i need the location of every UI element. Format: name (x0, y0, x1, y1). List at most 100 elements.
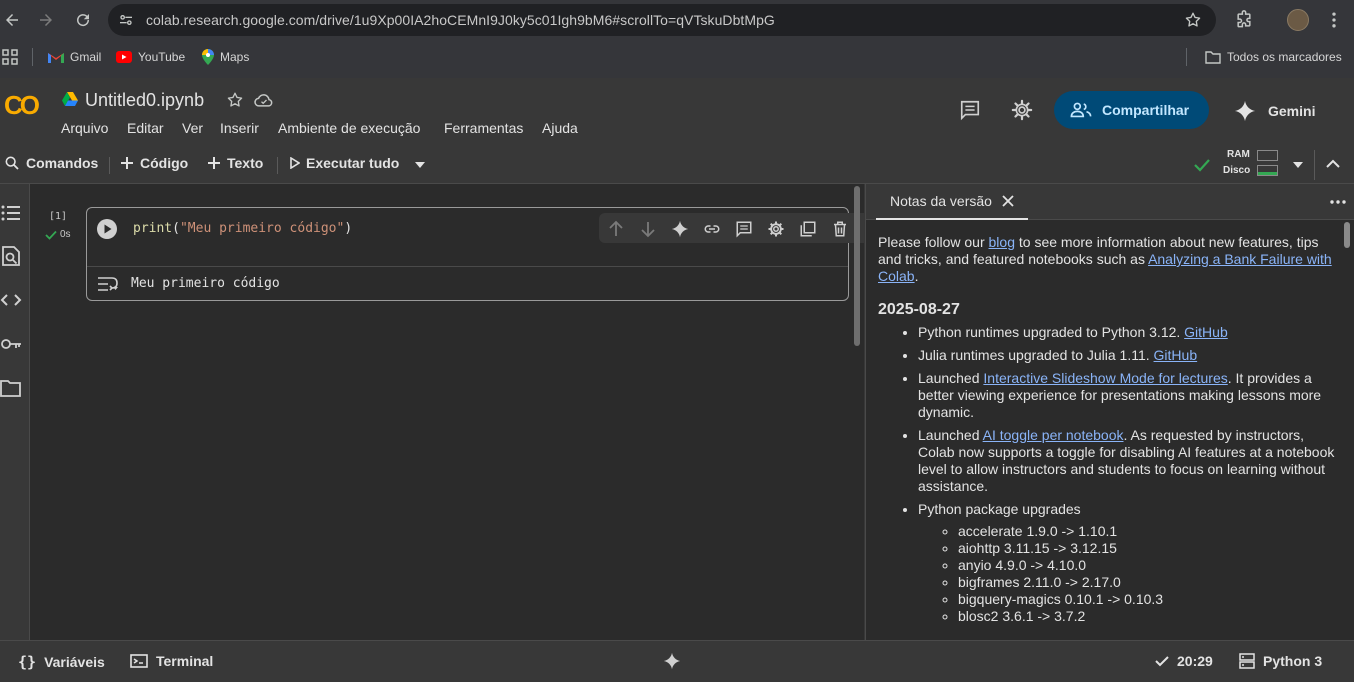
share-button-label: Compartilhar (1102, 102, 1190, 118)
code-paren-open: ( (172, 221, 180, 236)
release-date-heading: 2025-08-27 (878, 301, 960, 318)
disk-label: Disco (1223, 165, 1251, 176)
add-text-button[interactable]: Texto (207, 155, 263, 171)
folder-icon (1205, 50, 1221, 64)
files-folder-icon[interactable] (0, 377, 22, 399)
app-header: CO Untitled0.ipynb Arquivo Editar Ver In… (0, 78, 1354, 146)
maps-icon (202, 49, 214, 65)
cell-output: Meu primeiro código (131, 276, 280, 291)
mirror-cell-icon[interactable] (799, 220, 817, 238)
last-run-time: 20:29 (1177, 653, 1213, 669)
menu-editar[interactable]: Editar (127, 120, 164, 136)
bookmarks-divider-right (1186, 48, 1187, 66)
menu-inserir[interactable]: Inserir (220, 120, 259, 136)
table-of-contents-icon[interactable] (0, 202, 22, 224)
run-all-label: Executar tudo (306, 155, 400, 171)
gemini-button[interactable]: Gemini (1234, 100, 1315, 122)
code-editor[interactable]: print("Meu primeiro código") (133, 221, 352, 236)
item-text: Python runtimes upgraded to Python 3.12. (918, 324, 1185, 340)
terminal-button[interactable]: Terminal (130, 653, 213, 669)
run-all-button[interactable]: Executar tudo (290, 155, 399, 171)
runtime-button[interactable]: Python 3 (1239, 653, 1322, 669)
back-arrow-icon[interactable] (0, 8, 24, 32)
menu-ferramentas[interactable]: Ferramentas (444, 120, 523, 136)
panel-more-icon[interactable] (1329, 194, 1347, 210)
colab-logo[interactable]: CO (4, 90, 40, 121)
output-actions-icon[interactable] (97, 275, 119, 293)
run-cell-button[interactable] (97, 219, 117, 239)
last-run-status[interactable]: 20:29 (1155, 653, 1213, 669)
profile-avatar[interactable] (1287, 9, 1309, 31)
link-icon[interactable] (703, 220, 721, 238)
move-up-icon[interactable] (607, 220, 625, 238)
disk-meter[interactable] (1257, 165, 1278, 176)
cell-settings-icon[interactable] (767, 220, 785, 238)
add-code-button[interactable]: Código (120, 155, 188, 171)
code-snippets-icon[interactable] (0, 289, 22, 311)
side-panel-scrollbar[interactable] (1344, 222, 1350, 248)
commands-button[interactable]: Comandos (4, 155, 98, 171)
find-replace-icon[interactable] (0, 245, 22, 267)
resources-dropdown-icon[interactable] (1292, 160, 1304, 170)
url-text[interactable]: colab.research.google.com/drive/1u9Xp00I… (146, 12, 775, 28)
run-all-dropdown-icon[interactable] (414, 160, 426, 170)
package-item: aiohttp 3.11.15 -> 3.12.15 (958, 540, 1338, 557)
comments-icon[interactable] (959, 99, 981, 121)
apps-grid-icon[interactable] (2, 49, 18, 65)
gemini-sparkle-icon[interactable] (663, 652, 681, 670)
intro-text: Please follow our (878, 234, 989, 250)
release-item: Python runtimes upgraded to Python 3.12.… (918, 324, 1338, 341)
github-link[interactable]: GitHub (1154, 347, 1198, 363)
bookmark-maps[interactable]: Maps (202, 47, 249, 67)
browser-menu-icon[interactable] (1324, 10, 1344, 30)
cloud-saved-icon[interactable] (254, 91, 274, 109)
code-string: "Meu primeiro código" (179, 221, 345, 236)
github-link[interactable]: GitHub (1184, 324, 1228, 340)
cell-toolbar (599, 213, 890, 243)
bookmarks-divider (32, 48, 33, 66)
ram-meter[interactable] (1257, 150, 1278, 161)
gemini-cell-icon[interactable] (671, 220, 689, 238)
delete-trash-icon[interactable] (831, 220, 849, 238)
packages-heading: Python package upgrades (918, 501, 1081, 517)
menu-arquivo[interactable]: Arquivo (61, 120, 108, 136)
bookmark-youtube-label: YouTube (138, 50, 186, 64)
slideshow-link[interactable]: Interactive Slideshow Mode for lectures (983, 370, 1227, 386)
ai-toggle-link[interactable]: AI toggle per notebook (983, 427, 1124, 443)
notebook-scrollbar[interactable] (854, 186, 860, 346)
close-tab-icon[interactable] (1002, 195, 1014, 207)
all-bookmarks[interactable]: Todos os marcadores (1205, 47, 1342, 67)
drive-icon (62, 92, 78, 106)
bookmark-maps-label: Maps (220, 50, 250, 64)
menu-ambiente[interactable]: Ambiente de execução (278, 120, 420, 136)
star-icon[interactable] (226, 91, 244, 109)
notebook-title[interactable]: Untitled0.ipynb (85, 90, 204, 111)
comment-icon[interactable] (735, 220, 753, 238)
reload-icon[interactable] (71, 8, 95, 32)
forward-arrow-icon[interactable] (34, 8, 58, 32)
tab-release-notes[interactable]: Notas da versão (876, 184, 1028, 220)
move-down-icon[interactable] (639, 220, 657, 238)
bookmark-gmail[interactable]: Gmail (48, 47, 101, 67)
menu-ajuda[interactable]: Ajuda (542, 120, 578, 136)
blog-link[interactable]: blog (989, 234, 1015, 250)
collapse-header-icon[interactable] (1325, 157, 1341, 171)
share-button[interactable]: Compartilhar (1054, 91, 1209, 129)
item-text: Launched (918, 370, 984, 386)
release-item: Python package upgrades accelerate 1.9.0… (918, 501, 1338, 625)
colab-app: CO Untitled0.ipynb Arquivo Editar Ver In… (0, 78, 1354, 682)
search-icon (4, 155, 20, 171)
variables-button[interactable]: {} Variáveis (18, 653, 105, 671)
browser-chrome: colab.research.google.com/drive/1u9Xp00I… (0, 0, 1354, 78)
secrets-key-icon[interactable] (0, 333, 22, 355)
extensions-icon[interactable] (1234, 10, 1254, 30)
bookmark-youtube[interactable]: YouTube (116, 47, 185, 67)
menu-ver[interactable]: Ver (182, 120, 203, 136)
address-bar[interactable]: colab.research.google.com/drive/1u9Xp00I… (108, 4, 1216, 36)
left-sidebar (0, 184, 30, 640)
settings-gear-icon[interactable] (1011, 99, 1033, 121)
code-cell[interactable]: print("Meu primeiro código") Meu primeir… (86, 207, 890, 301)
bookmark-star-icon[interactable] (1184, 11, 1202, 29)
code-function: print (133, 221, 173, 236)
site-info-icon[interactable] (118, 12, 134, 28)
